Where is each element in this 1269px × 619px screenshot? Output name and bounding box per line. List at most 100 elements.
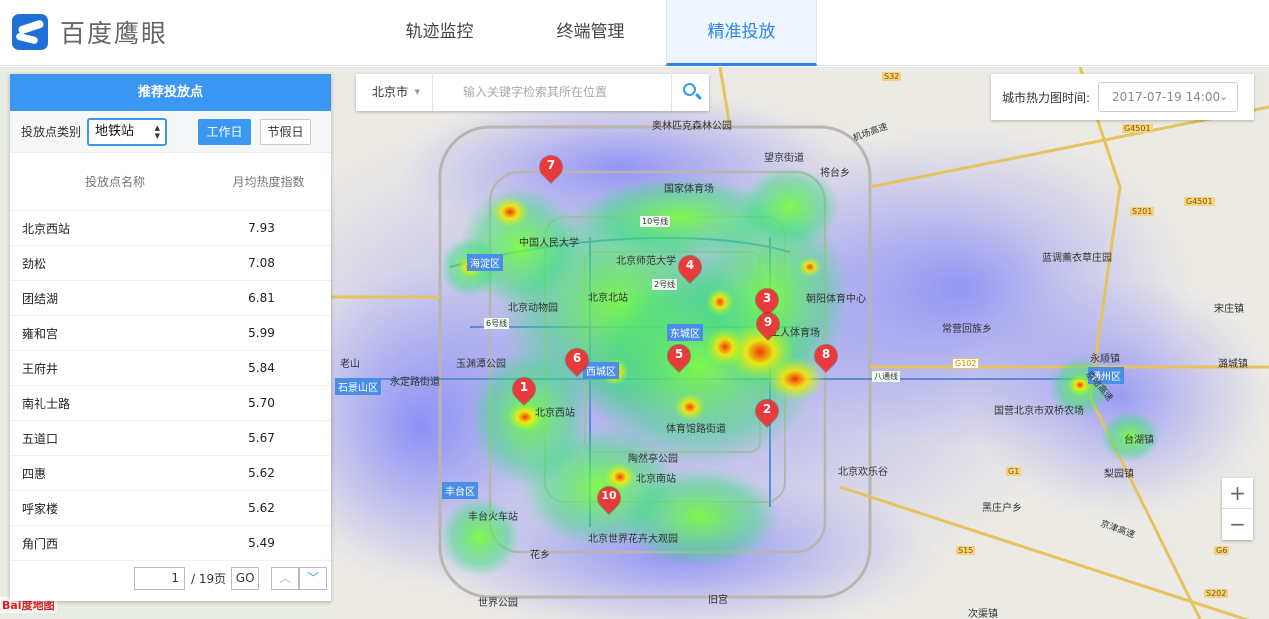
city-select[interactable]: 北京市 ▼: [356, 74, 433, 111]
go-button[interactable]: GO: [231, 566, 260, 590]
heatmap-time-box: 城市热力图时间: 2017-07-19 14:00 ⌄: [991, 74, 1254, 120]
category-label: 投放点类别: [21, 125, 82, 139]
hotspot-marker-9[interactable]: 9: [752, 308, 784, 343]
row-name: 五道口: [22, 431, 59, 446]
map-label-changying: 常营回族乡: [942, 324, 992, 335]
map-label-ciqu: 次渠镇: [968, 609, 998, 619]
table-row[interactable]: 团结湖 6.81: [10, 281, 331, 316]
page-number-input[interactable]: 1: [134, 566, 185, 590]
map-search-box: 北京市 ▼ 输入关键字检索其所在位置: [356, 74, 709, 111]
eagle-eye-logo-icon: [12, 14, 48, 50]
row-value: 5.67: [248, 431, 275, 445]
row-name: 雍和宫: [22, 326, 59, 341]
hotspot-marker-4[interactable]: 4: [674, 251, 706, 286]
chevron-up-icon[interactable]: ︿: [271, 566, 300, 590]
chevron-down-icon[interactable]: ﹀: [299, 566, 328, 590]
map-label-yongding: 永定路街道: [390, 377, 440, 388]
row-value: 7.08: [248, 256, 275, 270]
pagination: 1 / 19页 GO ︿ ﹀: [10, 555, 331, 601]
tab-precise-delivery[interactable]: 精准投放: [666, 0, 817, 66]
map-label-chaoyang-stadium: 朝阳体育中心: [806, 294, 866, 305]
col-header-name: 投放点名称: [84, 175, 145, 189]
road-label-g4501a: G4501: [1122, 124, 1153, 133]
map-label-olympic: 奥林匹克森林公园: [652, 121, 732, 132]
page-total: / 19页: [191, 571, 227, 586]
zoom-control: + −: [1222, 478, 1253, 540]
caret-down-icon: ▼: [414, 88, 420, 96]
map-label-yongshun: 永顺镇: [1090, 354, 1120, 365]
map-label-jiugong: 旧宫: [708, 595, 728, 606]
district-label-xicheng: 西城区: [583, 362, 619, 379]
map-label-jiangtai: 将台乡: [820, 168, 850, 179]
row-name: 团结湖: [22, 291, 59, 306]
heatmap-time-value: 2017-07-19 14:00: [1112, 90, 1221, 104]
tab-terminal-manage[interactable]: 终端管理: [515, 0, 666, 64]
panel-title: 推荐投放点: [10, 74, 331, 111]
filter-bar: 投放点类别 地铁站 ▲ ▼ 工作日 节假日: [10, 111, 331, 153]
heatmap-time-select[interactable]: 2017-07-19 14:00 ⌄: [1098, 82, 1239, 112]
map-label-beijing-normal: 北京师范大学: [616, 256, 676, 267]
zoom-out-button[interactable]: −: [1222, 509, 1253, 540]
workday-button[interactable]: 工作日: [198, 118, 252, 145]
map-label-songzhuang: 宋庄镇: [1214, 304, 1244, 315]
table-row[interactable]: 五道口 5.67: [10, 421, 331, 456]
hotspot-marker-8[interactable]: 8: [810, 340, 842, 375]
hotspot-marker-1[interactable]: 1: [508, 373, 540, 408]
search-input[interactable]: 输入关键字检索其所在位置: [433, 74, 671, 111]
district-label-fengtai: 丰台区: [442, 482, 478, 499]
table-row[interactable]: 王府井 5.84: [10, 351, 331, 386]
zoom-in-button[interactable]: +: [1222, 478, 1253, 509]
table-row[interactable]: 呼家楼 5.62: [10, 491, 331, 526]
table-row[interactable]: 劲松 7.08: [10, 246, 331, 281]
map-label-zoo: 北京动物园: [508, 303, 558, 314]
road-label-s15: S15: [956, 546, 976, 555]
district-label-shijingshan: 石景山区: [335, 378, 381, 395]
map-label-taihu: 台湖镇: [1124, 435, 1154, 446]
hotspot-marker-2[interactable]: 2: [751, 395, 783, 430]
row-name: 南礼士路: [22, 396, 71, 411]
map-label-huaxiang: 花乡: [530, 550, 550, 561]
map-label-beijing-west: 北京西站: [535, 408, 575, 419]
road-label-s202: S202: [1204, 589, 1229, 598]
map-label-lanhai: 蓝调薰衣草庄园: [1042, 253, 1112, 264]
subway-label-batong: 八通线: [872, 371, 900, 382]
hotspot-marker-7[interactable]: 7: [535, 151, 567, 186]
logo-text: 百度鹰眼: [60, 19, 169, 48]
map-label-national-stadium: 国家体育场: [664, 184, 714, 195]
table-row[interactable]: 雍和宫 5.99: [10, 316, 331, 351]
category-select[interactable]: 地铁站 ▲ ▼: [87, 117, 168, 146]
row-value: 6.81: [248, 291, 275, 305]
hotspot-marker-5[interactable]: 5: [663, 340, 695, 375]
table-row[interactable]: 四惠 5.62: [10, 456, 331, 491]
district-label-dongcheng: 东城区: [667, 324, 703, 341]
search-button[interactable]: [671, 74, 709, 111]
heatmap-time-label: 城市热力图时间:: [1002, 90, 1091, 105]
hotspot-marker-6[interactable]: 6: [561, 344, 593, 379]
map-label-beijing-north: 北京北站: [588, 293, 628, 304]
chevron-down-icon: ⌄: [1218, 90, 1229, 103]
map-label-shuangqiao: 国营北京市双桥农场: [994, 406, 1084, 417]
map-label-world-park: 世界公园: [478, 598, 518, 609]
row-name: 四惠: [22, 466, 47, 481]
holiday-button[interactable]: 节假日: [260, 118, 312, 145]
subway-label-line2: 2号线: [652, 279, 678, 290]
main-nav: 轨迹监控 终端管理 精准投放: [364, 0, 817, 66]
table-row[interactable]: 北京西站 7.93: [10, 211, 331, 246]
table-header: 投放点名称 月均热度指数: [10, 153, 331, 211]
map-label-lucheng: 潞城镇: [1218, 359, 1248, 370]
table-row[interactable]: 南礼士路 5.70: [10, 386, 331, 421]
col-header-index: 月均热度指数: [232, 175, 305, 189]
road-label-s201: S201: [1130, 207, 1155, 216]
top-bar: 百度鹰眼 轨迹监控 终端管理 精准投放: [0, 0, 1269, 66]
map-label-taoranting: 陶然亭公园: [628, 454, 678, 465]
row-value: 5.62: [248, 501, 275, 515]
hotspot-marker-10[interactable]: 10: [593, 482, 625, 517]
recommend-panel: 推荐投放点 投放点类别 地铁站 ▲ ▼ 工作日 节假日 投放点名称 月均热度指数 …: [10, 74, 331, 601]
tab-track-monitor[interactable]: 轨迹监控: [364, 0, 515, 64]
row-name: 王府井: [22, 361, 59, 376]
map-label-beijing-south: 北京南站: [636, 474, 676, 485]
row-value: 5.84: [248, 361, 275, 375]
logo[interactable]: 百度鹰眼: [12, 14, 168, 50]
row-value: 5.62: [248, 466, 275, 480]
category-value: 地铁站: [95, 123, 135, 139]
